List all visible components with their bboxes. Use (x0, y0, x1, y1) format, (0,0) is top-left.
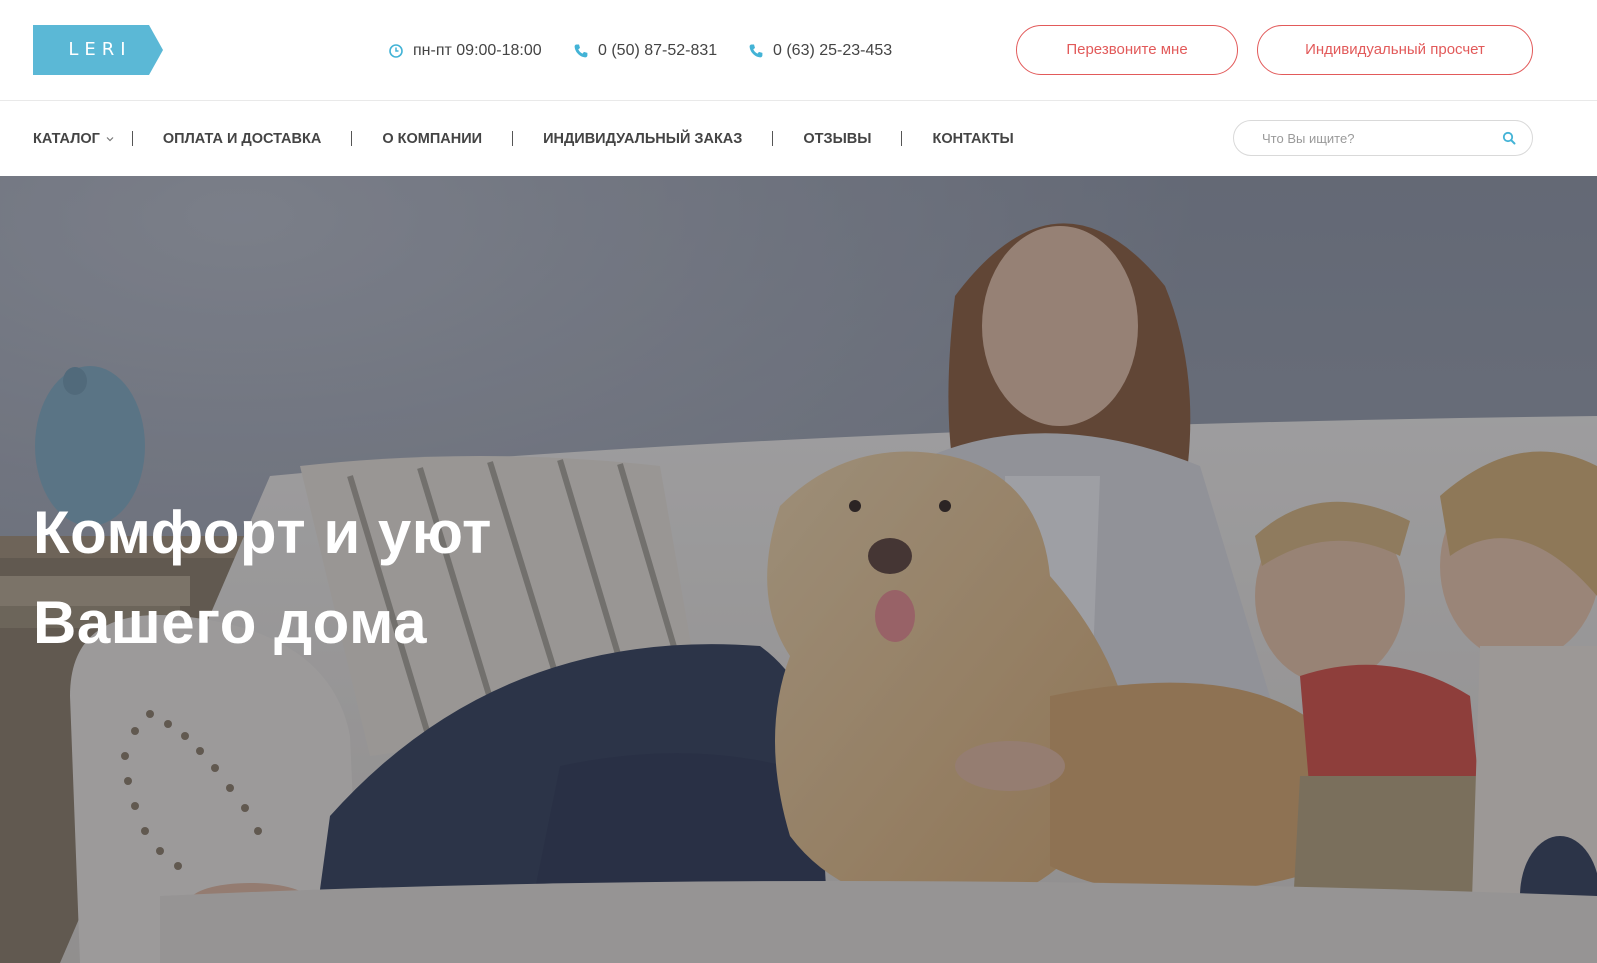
working-hours: пн-пт 09:00-18:00 (388, 41, 542, 61)
phone-text-1: 0 (50) 87-52-831 (598, 42, 718, 59)
phone-link-1[interactable]: 0 (50) 87-52-831 (573, 41, 717, 61)
nav-item-custom-order[interactable]: ИНДИВИДУАЛЬНЫЙ ЗАКАЗ (543, 131, 742, 147)
logo[interactable]: LERI (33, 25, 163, 75)
nav-menu: КАТАЛОГ ОПЛАТА И ДОСТАВКА О КОМПАНИИ ИНД… (33, 101, 1014, 176)
nav-divider (772, 131, 774, 146)
nav-divider (131, 131, 133, 146)
callback-button[interactable]: Перезвоните мне (1016, 25, 1238, 75)
search-icon[interactable] (1502, 131, 1516, 145)
nav-item-label: КАТАЛОГ (33, 130, 100, 147)
hero-banner: Комфорт и уют Вашего дома (0, 176, 1597, 963)
individual-calc-button[interactable]: Индивидуальный просчет (1257, 25, 1533, 75)
phone-icon (574, 44, 588, 58)
logo-text: LERI (68, 39, 132, 60)
top-header: LERI пн-пт 09:00-18:00 0 (50) 87-52-831 … (0, 0, 1597, 101)
nav-divider (512, 131, 514, 146)
chevron-down-icon (106, 136, 114, 141)
nav-divider (351, 131, 353, 146)
phone-text-2: 0 (63) 25-23-453 (773, 42, 893, 59)
nav-divider (901, 131, 903, 146)
phone-icon (749, 44, 763, 58)
search-box (1233, 120, 1533, 156)
nav-item-about[interactable]: О КОМПАНИИ (382, 131, 482, 147)
hours-text: пн-пт 09:00-18:00 (413, 42, 542, 59)
nav-item-catalog[interactable]: КАТАЛОГ (33, 131, 114, 147)
hero-title: Комфорт и уют Вашего дома (33, 488, 492, 668)
clock-icon (389, 44, 403, 58)
hero-title-line-1: Комфорт и уют (33, 499, 492, 566)
search-input[interactable] (1262, 121, 1492, 155)
nav-item-payment-delivery[interactable]: ОПЛАТА И ДОСТАВКА (163, 131, 321, 147)
nav-item-reviews[interactable]: ОТЗЫВЫ (803, 131, 871, 147)
nav-item-contacts[interactable]: КОНТАКТЫ (932, 131, 1013, 147)
hero-title-line-2: Вашего дома (33, 589, 428, 656)
phone-link-2[interactable]: 0 (63) 25-23-453 (748, 41, 892, 61)
